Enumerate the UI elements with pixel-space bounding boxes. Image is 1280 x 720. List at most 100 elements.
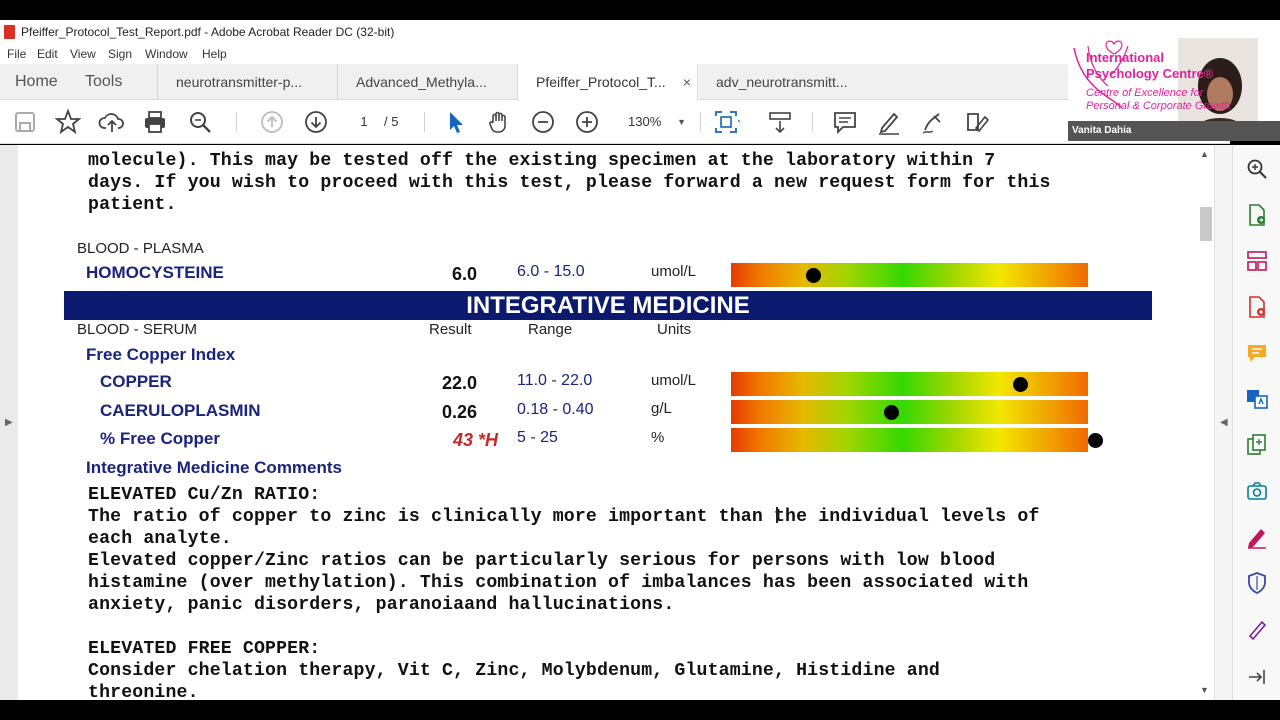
save-icon[interactable] [11,108,39,136]
document-tab-active[interactable]: Pfeiffer_Protocol_T... × [517,64,699,101]
result-value: 6.0 [451,264,477,284]
intro-line: molecule). This may be tested off the ex… [88,151,996,171]
create-pdf-icon[interactable] [1245,295,1269,319]
fit-page-icon[interactable] [712,108,741,136]
tab-tools[interactable]: Tools [85,64,122,100]
menu-help[interactable]: Help [202,47,227,61]
document-tab[interactable]: neurotransmitter-p... [157,64,339,100]
zoom-level-value: 130% [628,114,662,129]
chevron-down-icon: ▼ [677,117,686,127]
sign-pen-icon[interactable] [919,108,947,136]
comments-heading: Integrative Medicine Comments [86,458,343,477]
page-number-input[interactable]: 1 [345,111,383,133]
protect-shield-icon[interactable] [1245,571,1269,595]
expand-pane-icon[interactable] [1245,665,1269,689]
section-blood-plasma: BLOOD - PLASMA [77,240,204,257]
zoom-out-icon[interactable] [529,108,557,136]
menu-file[interactable]: File [7,47,26,61]
translate-icon[interactable] [1245,387,1269,411]
menu-edit[interactable]: Edit [37,47,58,61]
range-gradient-bar [731,372,1088,396]
test-name-caeruloplasmin: CAERULOPLASMIN [100,401,261,420]
zoom-in-icon[interactable] [573,108,601,136]
column-header-units: Units [657,321,692,338]
range-gradient-bar [731,428,1088,452]
print-icon[interactable] [141,108,169,136]
result-marker [1087,433,1103,448]
previous-page-icon[interactable] [258,108,286,136]
highlight-pen-icon[interactable] [875,108,903,136]
tagline-line: Personal & Corporate Growth [1086,100,1231,112]
document-tab-label: adv_neurotransmitt... [716,74,848,90]
fill-sign-tool-icon[interactable] [1245,525,1269,549]
reference-range: 6.0 - 15.0 [517,263,585,280]
test-name-free-copper-percent: % Free Copper [100,429,220,448]
text-cursor-icon [776,507,778,523]
chevron-right-icon: ▶ [5,417,13,428]
group-free-copper-index: Free Copper Index [86,345,236,364]
next-page-icon[interactable] [302,108,330,136]
upload-cloud-icon[interactable] [98,108,126,136]
scroll-mode-icon[interactable] [766,108,794,136]
comment-line: anxiety, panic disorders, paranoiaand ha… [88,595,675,615]
toolbar: 1 / 5 130% ▼ [0,100,1230,144]
comment-line: ELEVATED FREE COPPER: [88,639,321,659]
intro-line: days. If you wish to proceed with this t… [88,173,1051,193]
left-panel-collapse[interactable]: ▶ [0,145,18,700]
tab-home[interactable]: Home [15,64,58,100]
fill-sign-icon[interactable] [963,108,991,136]
combine-files-icon[interactable] [1245,433,1269,457]
section-blood-serum: BLOOD - SERUM [77,321,198,338]
organization-tagline: Centre of Excellence for Personal & Corp… [1086,87,1230,113]
scan-ocr-icon[interactable] [1245,479,1269,503]
document-tab[interactable]: adv_neurotransmitt... [697,64,879,100]
presenter-name: Vanita Dahia [1068,121,1280,141]
menu-view[interactable]: View [70,47,96,61]
close-tab-icon[interactable]: × [683,64,691,100]
tagline-line: Centre of Excellence for [1086,87,1204,99]
result-value: 22.0 [441,373,477,393]
window-title: Pfeiffer_Protocol_Test_Report.pdf - Adob… [21,25,395,39]
chevron-left-icon: ◀ [1220,417,1228,428]
column-header-range: Range [528,321,573,338]
search-zoom-icon[interactable] [1245,157,1269,181]
document-tab-label: Advanced_Methyla... [356,74,487,90]
test-name-copper: COPPER [100,372,172,391]
comment-line: Elevated copper/Zinc ratios can be parti… [88,551,996,571]
scrollbar-thumb[interactable] [1200,207,1212,241]
comment-tool-icon[interactable] [1245,341,1269,365]
right-panel-collapse[interactable]: ◀ [1214,145,1232,700]
result-marker [1012,377,1028,392]
hand-tool-icon[interactable] [485,108,513,136]
page-total: / 5 [384,114,399,129]
unit-label: g/L [651,400,672,417]
comment-line: each analyte. [88,529,232,549]
unit-label: umol/L [651,263,697,280]
comment-icon[interactable] [831,108,859,136]
webcam-overlay: International Psychology Centre® Centre … [1068,20,1280,141]
reference-range: 11.0 - 22.0 [517,372,593,389]
high-flag: *H [478,430,499,450]
tools-pane [1232,145,1280,700]
scroll-down-icon[interactable]: ▼ [1200,685,1209,695]
menu-sign[interactable]: Sign [108,47,132,61]
organization-name: International Psychology Centre® [1086,50,1213,82]
comment-line: Consider chelation therapy, Vit C, Zinc,… [88,661,940,681]
comment-line: histamine (over methylation). This combi… [88,573,1029,593]
zoom-level-dropdown[interactable]: 130% ▼ [618,111,692,133]
organize-pages-icon[interactable] [1245,249,1269,273]
menu-window[interactable]: Window [145,47,188,61]
document-tab[interactable]: Advanced_Methyla... [337,64,519,100]
column-header-result: Result [429,321,472,338]
toolbar-separator [424,112,425,132]
edit-pen-icon[interactable] [1245,617,1269,641]
document-tab-label: neurotransmitter-p... [176,74,303,90]
zoom-search-icon[interactable] [186,108,214,136]
vertical-scrollbar[interactable]: ▲ ▼ [1196,145,1214,700]
select-cursor-icon[interactable] [441,108,469,136]
export-pdf-icon[interactable] [1245,203,1269,227]
comment-line: ELEVATED Cu/Zn RATIO: [88,485,321,505]
star-icon[interactable] [54,108,82,136]
pdf-icon [4,25,15,39]
scroll-up-icon[interactable]: ▲ [1200,149,1209,159]
